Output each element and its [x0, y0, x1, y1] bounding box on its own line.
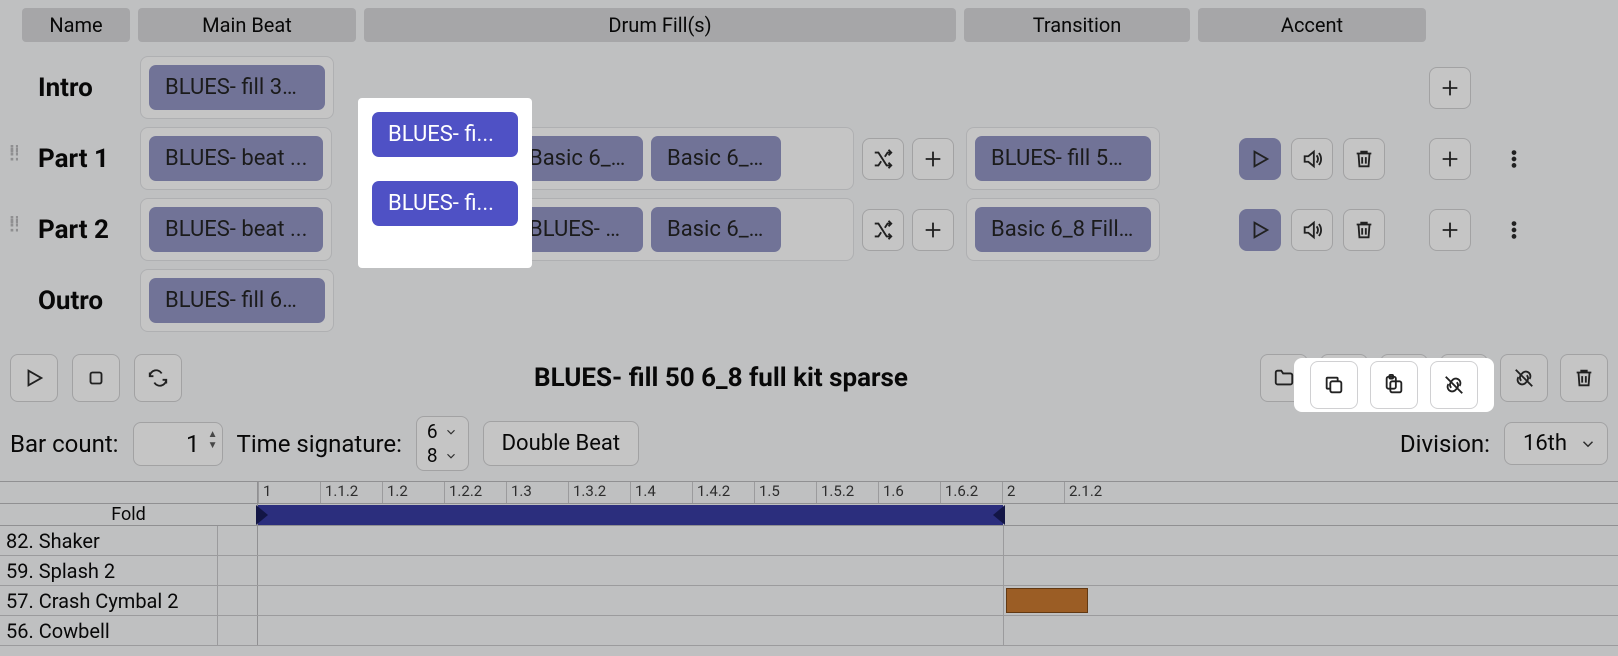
unlink-button[interactable] [1500, 354, 1548, 402]
part-name: Part 2 [18, 215, 134, 245]
shuffle-button[interactable] [862, 138, 904, 180]
part-row: ⠿ ⠿Part 1BLUES- beat ...BLUES- fi...Basi… [8, 123, 1610, 194]
editor-delete-button[interactable] [1560, 354, 1608, 402]
part-name: Outro [18, 286, 134, 316]
add-part-button[interactable] [1429, 209, 1471, 251]
main-beat-chip[interactable]: BLUES- beat ... [149, 136, 323, 181]
part-name: Intro [18, 73, 134, 103]
part-row: ⠿ ⠿Part 2 BLUES- beat ... BLUES- fi...BLUE… [8, 194, 1610, 265]
accent-play-button[interactable] [1239, 209, 1281, 251]
double-beat-button[interactable]: Double Beat [483, 421, 639, 466]
accent-volume-button[interactable] [1291, 209, 1333, 251]
ruler[interactable]: 11.1.21.21.2.21.31.3.21.41.4.21.51.5.21.… [0, 482, 1618, 504]
track-name[interactable]: 56. Cowbell [0, 616, 218, 645]
part-name: Part 1 [18, 144, 134, 174]
track-name[interactable]: 82. Shaker [0, 526, 218, 555]
main-beat-chip[interactable]: BLUES- beat ... [149, 207, 323, 252]
editor-params: Bar count: 1 ▲▼ Time signature: 6 8 Doub… [0, 410, 1618, 477]
bar-count-input[interactable]: 1 ▲▼ [133, 422, 223, 466]
ruler-tick: 2 [1002, 482, 1064, 503]
ruler-tick: 1.4.2 [692, 482, 754, 503]
parts-header: Name Main Beat Drum Fill(s) Transition A… [8, 8, 1610, 42]
ruler-tick: 1.6.2 [940, 482, 1002, 503]
ruler-tick: 1.2 [382, 482, 444, 503]
copy-button[interactable] [1380, 354, 1428, 402]
track-row: 59. Splash 2 [0, 556, 1618, 586]
fold-button[interactable]: Fold [0, 504, 258, 525]
editor-loop-button[interactable] [134, 354, 182, 402]
piano-roll: 11.1.21.21.2.21.31.3.21.41.4.21.51.5.21.… [0, 481, 1618, 646]
loop-region[interactable] [258, 504, 1618, 525]
main-beat-chip[interactable]: BLUES- fill 38 ... [149, 65, 325, 110]
track-lane[interactable] [258, 586, 1618, 615]
bar-count-label: Bar count: [10, 430, 119, 458]
editor-toolbar: BLUES- fill 50 6_8 full kit sparse [0, 346, 1618, 410]
time-signature-picker[interactable]: 6 8 [416, 416, 469, 471]
add-fill-button[interactable] [912, 209, 954, 251]
fill-chip[interactable]: Basic 6_... [651, 136, 781, 181]
fill-chip[interactable]: BLUES- fi... [375, 136, 505, 181]
col-drum-fills: Drum Fill(s) [364, 8, 956, 42]
fill-chip[interactable]: Basic 6_... [651, 207, 781, 252]
drag-handle[interactable]: ⠿ ⠿ [8, 145, 18, 173]
ruler-tick: 1.4 [630, 482, 692, 503]
ruler-tick: 1.2.2 [444, 482, 506, 503]
division-select[interactable]: 16th [1504, 422, 1608, 465]
main-beat-chip[interactable]: BLUES- fill 67 ... [149, 278, 325, 323]
ruler-tick: 2.1.2 [1064, 482, 1126, 503]
time-signature-label: Time signature: [237, 430, 402, 458]
open-folder-button[interactable] [1260, 354, 1308, 402]
track-lane[interactable] [258, 526, 1618, 555]
part-more-button[interactable] [1493, 209, 1535, 251]
add-fill-button[interactable] [912, 138, 954, 180]
editor-stop-button[interactable] [72, 354, 120, 402]
track-lane[interactable] [258, 616, 1618, 645]
col-main-beat: Main Beat [138, 8, 356, 42]
midi-note[interactable] [1006, 588, 1088, 613]
ruler-tick: 1 [258, 482, 320, 503]
accent-play-button[interactable] [1239, 138, 1281, 180]
save-button[interactable] [1320, 354, 1368, 402]
transition-chip[interactable]: Basic 6_8 Fill ... [975, 207, 1151, 252]
editor-title: BLUES- fill 50 6_8 full kit sparse [196, 363, 1246, 393]
part-row: Outro BLUES- fill 67 ... [8, 265, 1610, 336]
fill-chip[interactable]: BLUES- fi... [375, 207, 505, 252]
ruler-tick: 1.1.2 [320, 482, 382, 503]
paste-button[interactable] [1440, 354, 1488, 402]
add-part-button[interactable] [1429, 67, 1471, 109]
add-part-button[interactable] [1429, 138, 1471, 180]
fill-chip[interactable]: BLUES- fi... [513, 207, 643, 252]
track-row: 57. Crash Cymbal 2 [0, 586, 1618, 616]
col-accent: Accent [1198, 8, 1426, 42]
ruler-tick: 1.5 [754, 482, 816, 503]
bar-count-spinner[interactable]: ▲▼ [208, 429, 218, 451]
drag-handle[interactable]: ⠿ ⠿ [8, 216, 18, 244]
col-name: Name [22, 8, 130, 42]
track-name[interactable]: 57. Crash Cymbal 2 [0, 586, 218, 615]
editor-play-button[interactable] [10, 354, 58, 402]
part-more-button[interactable] [1493, 138, 1535, 180]
track-row: 82. Shaker [0, 526, 1618, 556]
ruler-tick: 1.3 [506, 482, 568, 503]
division-label: Division: [1400, 430, 1490, 458]
fill-chip[interactable]: Basic 6_... [513, 136, 643, 181]
shuffle-button[interactable] [862, 209, 904, 251]
song-parts-table: Name Main Beat Drum Fill(s) Transition A… [0, 0, 1618, 336]
transition-chip[interactable]: BLUES- fill 52 ... [975, 136, 1151, 181]
accent-volume-button[interactable] [1291, 138, 1333, 180]
col-transition: Transition [964, 8, 1190, 42]
track-lane[interactable] [258, 556, 1618, 585]
accent-delete-button[interactable] [1343, 138, 1385, 180]
ruler-tick: 1.3.2 [568, 482, 630, 503]
accent-delete-button[interactable] [1343, 209, 1385, 251]
part-row: Intro BLUES- fill 38 ... [8, 52, 1610, 123]
track-row: 56. Cowbell [0, 616, 1618, 646]
ruler-tick: 1.6 [878, 482, 940, 503]
ruler-tick: 1.5.2 [816, 482, 878, 503]
track-name[interactable]: 59. Splash 2 [0, 556, 218, 585]
